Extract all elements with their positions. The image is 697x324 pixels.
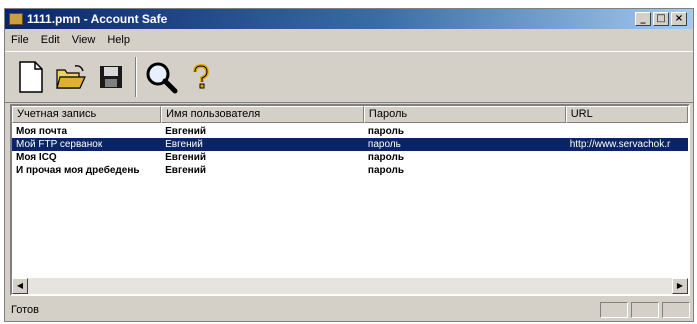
table-row[interactable]: Моя почта Евгений пароль xyxy=(12,125,688,138)
minimize-button[interactable]: _ xyxy=(635,12,651,26)
toolbar-separator xyxy=(135,57,137,97)
cell-user: Евгений xyxy=(165,126,207,137)
scroll-left-button[interactable]: ◀ xyxy=(12,278,28,294)
cell-password: пароль xyxy=(367,139,401,150)
cell-password: пароль xyxy=(367,165,404,176)
maximize-button[interactable]: □ xyxy=(653,12,669,26)
cell-account: И прочая моя дребедень xyxy=(16,165,140,176)
window-controls: _ □ × xyxy=(635,12,687,26)
title-bar[interactable]: 1111.pmn - Account Safe _ □ × xyxy=(5,9,693,29)
accounts-list[interactable]: Учетная запись Имя пользователя Пароль U… xyxy=(10,104,690,296)
cell-url xyxy=(566,164,688,177)
status-bar: Готов xyxy=(5,300,693,320)
window-title: 1111.pmn - Account Safe xyxy=(27,12,168,26)
list-header: Учетная запись Имя пользователя Пароль U… xyxy=(12,106,688,123)
new-button[interactable] xyxy=(11,56,51,98)
menu-bar: File Edit View Help xyxy=(5,31,136,49)
table-row[interactable]: Моя ICQ Евгений пароль xyxy=(12,151,688,164)
save-disk-icon xyxy=(100,66,122,88)
search-magnifier-icon xyxy=(146,62,178,94)
find-button[interactable] xyxy=(141,56,181,98)
column-header-account[interactable]: Учетная запись xyxy=(12,106,162,123)
status-panel xyxy=(631,302,659,318)
table-row[interactable]: И прочая моя дребедень Евгений пароль xyxy=(12,164,688,177)
open-folder-icon xyxy=(56,65,86,89)
cell-user: Евгений xyxy=(165,165,207,176)
new-document-icon xyxy=(19,61,43,93)
app-icon[interactable] xyxy=(9,13,23,25)
status-panel xyxy=(662,302,690,318)
menu-view[interactable]: View xyxy=(66,34,102,46)
status-text: Готов xyxy=(11,304,39,316)
help-question-icon xyxy=(193,64,210,89)
cell-account: Мой FTP серванок xyxy=(16,139,103,150)
column-header-password[interactable]: Пароль xyxy=(363,106,566,123)
table-row-selected[interactable]: Мой FTP серванок Евгений пароль http://w… xyxy=(12,138,688,151)
scroll-right-button[interactable]: ▶ xyxy=(672,278,688,294)
scroll-track[interactable] xyxy=(28,278,672,294)
open-button[interactable] xyxy=(51,56,91,98)
status-panel xyxy=(600,302,628,318)
save-button[interactable] xyxy=(91,56,131,98)
menu-file[interactable]: File xyxy=(5,34,35,46)
toolbar xyxy=(5,51,693,103)
cell-url xyxy=(566,151,688,164)
app-window: 1111.pmn - Account Safe _ □ × File Edit … xyxy=(4,8,694,322)
cell-account: Моя ICQ xyxy=(16,152,57,163)
horizontal-scrollbar[interactable]: ◀ ▶ xyxy=(12,278,688,294)
cell-password: пароль xyxy=(367,152,404,163)
column-header-url[interactable]: URL xyxy=(565,106,688,123)
cell-user: Евгений xyxy=(165,139,203,150)
column-header-user[interactable]: Имя пользователя xyxy=(161,106,364,123)
close-button[interactable]: × xyxy=(671,12,687,26)
cell-url: http://www.servachok.r xyxy=(569,139,671,150)
cell-user: Евгений xyxy=(165,152,207,163)
list-rows: Моя почта Евгений пароль Мой FTP сервано… xyxy=(12,125,688,177)
cell-url xyxy=(566,125,688,138)
help-button[interactable] xyxy=(181,56,221,98)
menu-edit[interactable]: Edit xyxy=(35,34,66,46)
cell-password: пароль xyxy=(367,126,404,137)
cell-account: Моя почта xyxy=(16,126,68,137)
menu-help[interactable]: Help xyxy=(101,34,136,46)
